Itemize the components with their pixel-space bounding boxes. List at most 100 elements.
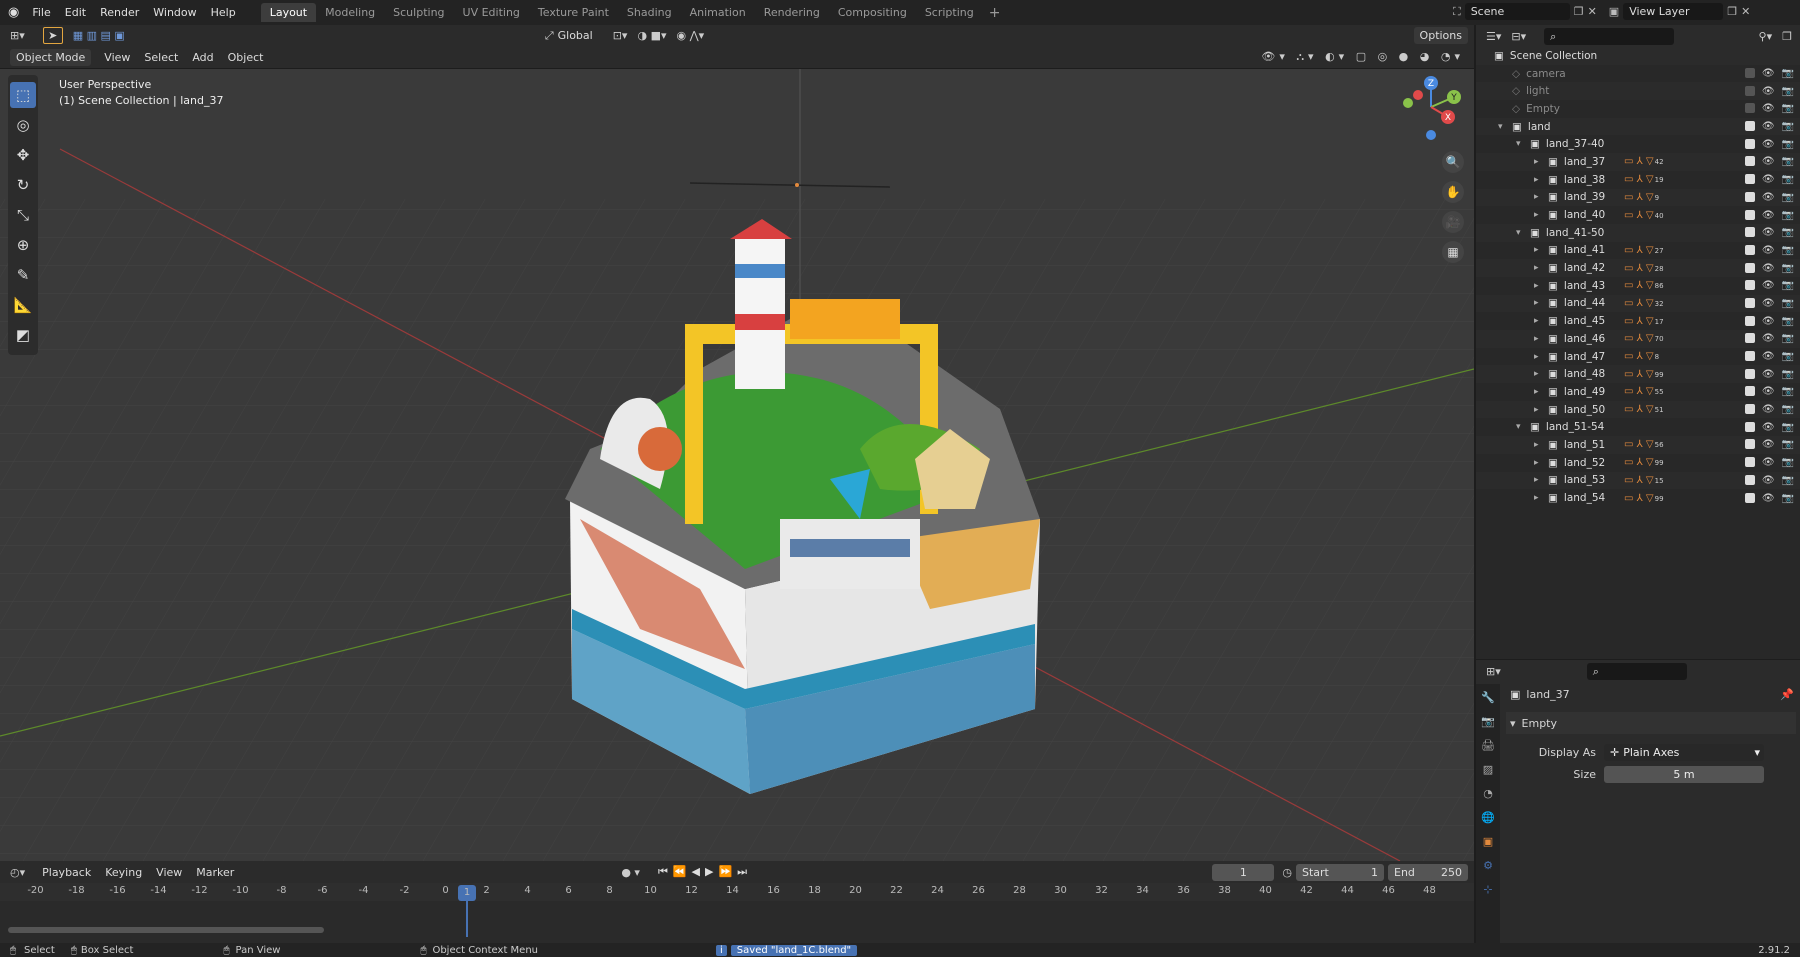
transform-orientation-dropdown[interactable]: Global bbox=[558, 29, 593, 42]
visibility-toggles[interactable]: 👁 📷 bbox=[1744, 368, 1794, 380]
outliner-object-row[interactable]: ▸ ▣ land_54 ▭ ⅄ ▽99 👁 📷 bbox=[1476, 489, 1800, 507]
add-cube-tool-icon[interactable]: ◩ bbox=[10, 322, 36, 348]
child-objects-icons[interactable]: ▭ ⅄ ▽51 bbox=[1624, 404, 1664, 415]
outliner-root[interactable]: ▣ Scene Collection bbox=[1476, 47, 1800, 65]
expand-chevron-icon[interactable]: ▾ bbox=[1516, 422, 1521, 432]
child-objects-icons[interactable]: ▭ ⅄ ▽9 bbox=[1624, 192, 1659, 203]
collapsed-chevron-icon[interactable]: ▸ bbox=[1534, 263, 1539, 273]
empty-panel-header[interactable]: ▾ Empty bbox=[1506, 712, 1796, 734]
rotate-tool-icon[interactable]: ↻ bbox=[10, 172, 36, 198]
child-objects-icons[interactable]: ▭ ⅄ ▽27 bbox=[1624, 245, 1664, 256]
navigation-gizmo[interactable]: Z Y X bbox=[1396, 75, 1466, 145]
visibility-toggles[interactable]: 👁 📷 bbox=[1744, 421, 1794, 433]
timeline-scrollbar[interactable] bbox=[8, 927, 324, 933]
tab-animation[interactable]: Animation bbox=[681, 3, 755, 22]
outliner-object-row[interactable]: ▸ ▣ land_50 ▭ ⅄ ▽51 👁 📷 bbox=[1476, 400, 1800, 419]
exclude-checkbox[interactable] bbox=[1744, 244, 1755, 255]
exclude-checkbox[interactable] bbox=[1744, 85, 1755, 96]
menu-file[interactable]: File bbox=[25, 6, 57, 19]
eye-icon[interactable]: 👁 bbox=[1762, 210, 1775, 221]
render-camera-icon[interactable]: 📷 bbox=[1782, 210, 1794, 221]
exclude-checkbox[interactable] bbox=[1744, 351, 1755, 362]
child-objects-icons[interactable]: ▭ ⅄ ▽55 bbox=[1624, 386, 1664, 397]
world-tab-icon[interactable]: 🌐 bbox=[1478, 808, 1498, 828]
child-objects-icons[interactable]: ▭ ⅄ ▽32 bbox=[1624, 298, 1664, 309]
exclude-checkbox[interactable] bbox=[1744, 457, 1755, 468]
visibility-toggles[interactable]: 👁 📷 bbox=[1744, 262, 1794, 274]
select-mode-icons[interactable]: ▦ ▥ ▤ ▣ bbox=[73, 29, 125, 42]
outliner-object-row[interactable]: ▸ ▣ land_41 ▭ ⅄ ▽27 👁 📷 bbox=[1476, 242, 1800, 260]
eye-icon[interactable]: 👁 bbox=[1762, 86, 1775, 97]
visibility-toggles[interactable]: 👁 📷 bbox=[1744, 156, 1794, 167]
eye-icon[interactable]: 👁 bbox=[1762, 192, 1775, 203]
outliner-object-row[interactable]: ▸ ▣ land_43 ▭ ⅄ ▽86 👁 📷 bbox=[1476, 277, 1800, 295]
eye-icon[interactable]: 👁 bbox=[1762, 263, 1775, 274]
outliner-collection-row[interactable]: ◇ Empty 👁 📷 bbox=[1476, 100, 1800, 118]
collapsed-chevron-icon[interactable]: ▸ bbox=[1534, 405, 1539, 415]
exclude-checkbox[interactable] bbox=[1744, 156, 1755, 167]
visibility-toggles[interactable]: 👁 📷 bbox=[1744, 174, 1794, 185]
eye-icon[interactable]: 👁 bbox=[1762, 139, 1775, 150]
exclude-checkbox[interactable] bbox=[1744, 421, 1755, 432]
collapsed-chevron-icon[interactable]: ▸ bbox=[1534, 157, 1539, 167]
visibility-toggles[interactable]: 👁 📷 bbox=[1744, 457, 1794, 468]
viewport-menu-select[interactable]: Select bbox=[137, 51, 185, 64]
exclude-checkbox[interactable] bbox=[1744, 68, 1755, 79]
size-field[interactable]: 5 m bbox=[1604, 766, 1764, 783]
child-objects-icons[interactable]: ▭ ⅄ ▽86 bbox=[1624, 280, 1664, 291]
render-camera-icon[interactable]: 📷 bbox=[1782, 298, 1794, 309]
expand-chevron-icon[interactable]: ▾ bbox=[1516, 228, 1521, 238]
properties-search-input[interactable]: ⌕ bbox=[1586, 662, 1687, 680]
render-camera-icon[interactable]: 📷 bbox=[1782, 386, 1794, 397]
render-camera-icon[interactable]: 📷 bbox=[1782, 174, 1794, 185]
output-tab-icon[interactable]: 🖨 bbox=[1478, 736, 1498, 756]
render-camera-icon[interactable]: 📷 bbox=[1782, 422, 1794, 433]
render-camera-icon[interactable]: 📷 bbox=[1782, 369, 1794, 380]
visibility-toggles[interactable]: 👁 📷 bbox=[1744, 85, 1794, 97]
exclude-checkbox[interactable] bbox=[1744, 439, 1755, 450]
outliner-object-row[interactable]: ▸ ▣ land_46 ▭ ⅄ ▽70 👁 📷 bbox=[1476, 330, 1800, 348]
outliner-collection-row[interactable]: ◇ camera 👁 📷 bbox=[1476, 65, 1800, 83]
render-camera-icon[interactable]: 📷 bbox=[1782, 121, 1794, 132]
outliner-collection-row[interactable]: ▾ ▣ land_37-40 👁 📷 bbox=[1476, 135, 1800, 153]
outliner-object-row[interactable]: ▸ ▣ land_44 ▭ ⅄ ▽32 👁 📷 bbox=[1476, 294, 1800, 313]
render-camera-icon[interactable]: 📷 bbox=[1782, 439, 1794, 450]
eye-icon[interactable]: 👁 bbox=[1762, 439, 1775, 450]
child-objects-icons[interactable]: ▭ ⅄ ▽70 bbox=[1624, 333, 1664, 344]
display-as-dropdown[interactable]: ✛ Plain Axes ▾ bbox=[1604, 744, 1764, 761]
collapsed-chevron-icon[interactable]: ▸ bbox=[1534, 192, 1539, 202]
child-objects-icons[interactable]: ▭ ⅄ ▽99 bbox=[1624, 369, 1664, 380]
outliner-object-row[interactable]: ▸ ▣ land_49 ▭ ⅄ ▽55 👁 📷 bbox=[1476, 383, 1800, 401]
collapsed-chevron-icon[interactable]: ▸ bbox=[1534, 458, 1539, 468]
render-camera-icon[interactable]: 📷 bbox=[1782, 475, 1794, 486]
eye-icon[interactable]: 👁 bbox=[1762, 68, 1775, 79]
collapsed-chevron-icon[interactable]: ▸ bbox=[1534, 352, 1539, 362]
eye-icon[interactable]: 👁 bbox=[1762, 245, 1775, 256]
scene-tab-icon[interactable]: ◔ bbox=[1478, 784, 1498, 804]
tab-scripting[interactable]: Scripting bbox=[916, 3, 983, 22]
filter-icon[interactable]: ⚲▾ bbox=[1759, 30, 1773, 43]
eye-icon[interactable]: 👁 bbox=[1762, 475, 1775, 486]
outliner-object-row[interactable]: ▸ ▣ land_48 ▭ ⅄ ▽99 👁 📷 bbox=[1476, 365, 1800, 384]
child-objects-icons[interactable]: ▭ ⅄ ▽15 bbox=[1624, 475, 1664, 486]
outliner-object-row[interactable]: ▸ ▣ land_53 ▭ ⅄ ▽15 👁 📷 bbox=[1476, 471, 1800, 490]
eye-icon[interactable]: 👁 bbox=[1762, 121, 1775, 132]
eye-icon[interactable]: 👁 bbox=[1762, 386, 1775, 397]
menu-edit[interactable]: Edit bbox=[58, 6, 93, 19]
visibility-toggles[interactable]: 👁 📷 bbox=[1744, 138, 1794, 150]
outliner-search-input[interactable]: ⌕ bbox=[1544, 27, 1675, 45]
keyframe-record-icon[interactable]: ● ▾ bbox=[621, 866, 640, 879]
exclude-checkbox[interactable] bbox=[1744, 492, 1755, 503]
remove-view-layer-icon[interactable]: ✕ bbox=[1741, 5, 1750, 18]
eye-icon[interactable]: 👁 bbox=[1762, 298, 1775, 309]
eye-icon[interactable]: 👁 bbox=[1762, 103, 1775, 114]
pan-hand-icon[interactable]: ✋ bbox=[1442, 181, 1464, 203]
exclude-checkbox[interactable] bbox=[1744, 297, 1755, 308]
collapsed-chevron-icon[interactable]: ▸ bbox=[1534, 281, 1539, 291]
constraints-tab-icon[interactable]: ⚙ bbox=[1478, 856, 1498, 876]
exclude-checkbox[interactable] bbox=[1744, 209, 1755, 220]
outliner-object-row[interactable]: ▸ ▣ land_42 ▭ ⅄ ▽28 👁 📷 bbox=[1476, 259, 1800, 277]
outliner-collection-row[interactable]: ▾ ▣ land 👁 📷 bbox=[1476, 117, 1800, 136]
exclude-checkbox[interactable] bbox=[1744, 227, 1755, 238]
outliner-object-row[interactable]: ▸ ▣ land_39 ▭ ⅄ ▽9 👁 📷 bbox=[1476, 188, 1800, 207]
